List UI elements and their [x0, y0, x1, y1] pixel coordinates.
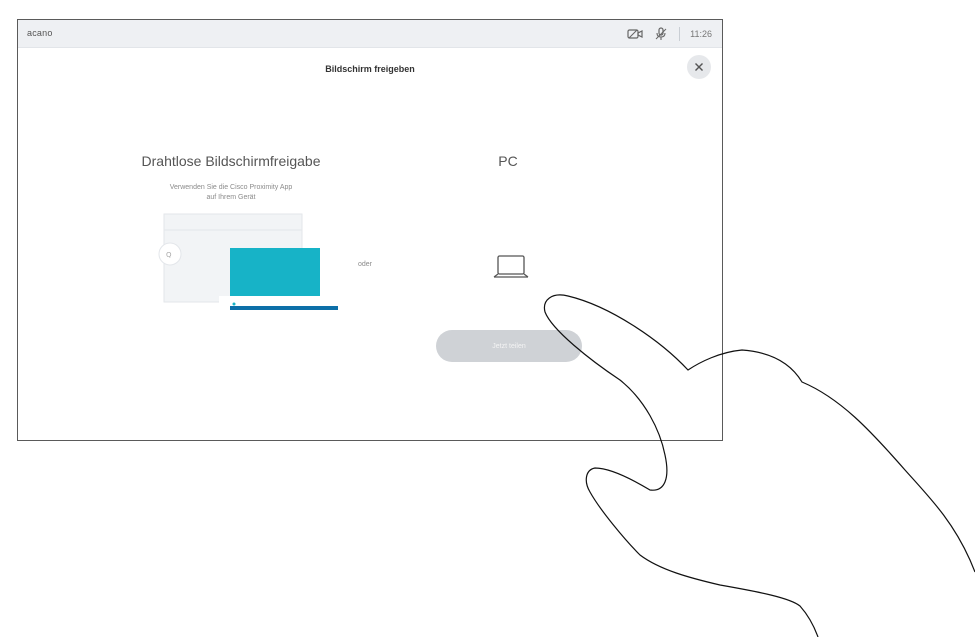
laptop-icon[interactable]: [493, 252, 529, 282]
status-divider: [679, 26, 681, 41]
pc-title: PC: [498, 153, 518, 169]
dialog-title: Bildschirm freigeben: [325, 64, 415, 74]
touch-panel-screen: acano 11:26 Bildschirm freigeben Drahtlo…: [17, 19, 723, 441]
microphone-muted-icon[interactable]: [653, 26, 669, 41]
or-label: oder: [358, 261, 373, 268]
status-bar-title: acano: [27, 28, 53, 38]
share-now-button[interactable]: Jetzt teilen: [436, 330, 582, 362]
wireless-description-line-1: Verwenden Sie die Cisco Proximity App: [169, 184, 293, 191]
close-icon: [695, 63, 703, 71]
svg-text:Q: Q: [166, 251, 172, 259]
wireless-description-line-2: auf Ihrem Gerät: [206, 194, 256, 201]
wireless-sharing-title: Drahtlose Bildschirmfreigabe: [141, 153, 321, 169]
close-button[interactable]: [687, 55, 711, 79]
clock: 11:26: [690, 28, 712, 39]
status-bar-icons: 11:26: [627, 25, 712, 42]
wireless-sharing-description: Verwenden Sie die Cisco Proximity App au…: [131, 183, 331, 203]
camera-icon[interactable]: [627, 27, 643, 41]
proximity-illustration: Q: [158, 213, 338, 310]
status-bar: acano 11:26: [18, 20, 722, 48]
